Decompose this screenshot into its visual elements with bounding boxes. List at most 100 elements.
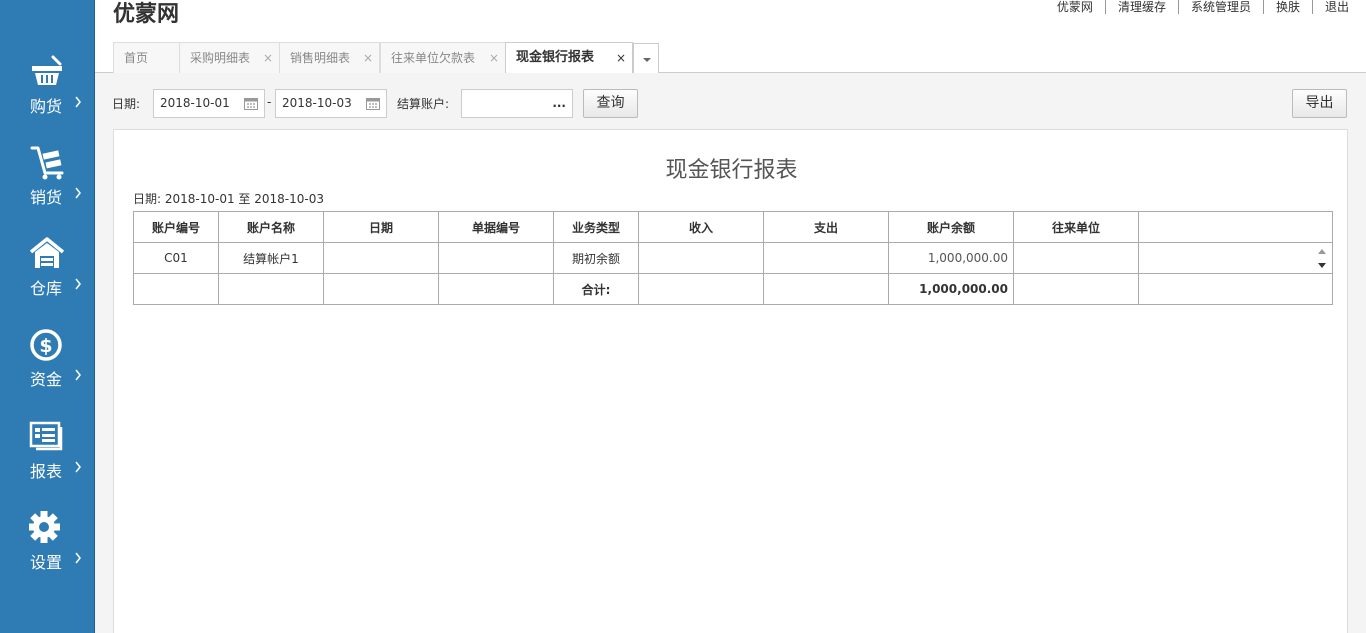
total-balance: 1,000,000.00 — [888, 273, 1014, 305]
table-cell — [323, 242, 439, 274]
tab-sales-detail[interactable]: 销售明细表 × — [279, 42, 380, 73]
column-header[interactable]: 支出 — [763, 211, 889, 243]
dollar-icon: $ — [30, 329, 62, 361]
table-cell: 期初余额 — [553, 242, 639, 274]
report-panel: 现金银行报表 日期: 2018-10-01 至 2018-10-03 账户编号 … — [113, 129, 1348, 633]
app-logo[interactable]: 优蒙网 — [113, 0, 179, 30]
table-total-row: 合计: 1,000,000.00 — [133, 273, 1333, 305]
calendar-icon[interactable] — [366, 97, 380, 110]
table-cell: 结算帐户1 — [218, 242, 324, 274]
end-date-input[interactable]: 2018-10-03 — [275, 89, 387, 118]
main-content: 日期: 2018-10-01 - 2018-10-03 结算账户: ... 查询… — [95, 73, 1366, 633]
topnav-skin-link[interactable]: 换肤 — [1264, 0, 1313, 14]
table-cell — [218, 273, 324, 305]
column-header — [1138, 211, 1333, 243]
table-cell: C01 — [133, 242, 219, 274]
chevron-right-icon — [75, 552, 81, 564]
table-cell — [1013, 242, 1139, 274]
sidebar-item-label: 销货 — [30, 188, 63, 207]
tab-label: 采购明细表 — [190, 51, 251, 65]
start-date-input[interactable]: 2018-10-01 — [153, 89, 265, 118]
tab-home[interactable]: 首页 — [113, 42, 180, 73]
sidebar-item-sales[interactable]: 销货 — [0, 146, 95, 226]
table-cell: 1,000,000.00 — [888, 242, 1014, 274]
table-cell — [438, 273, 554, 305]
chevron-right-icon — [75, 461, 81, 473]
date-label: 日期: — [112, 97, 141, 111]
close-icon[interactable]: × — [263, 43, 273, 73]
account-picker-button[interactable]: ... — [552, 96, 566, 110]
sidebar-item-label: 购货 — [30, 97, 63, 116]
column-header[interactable]: 日期 — [323, 211, 439, 243]
close-icon[interactable]: × — [363, 43, 373, 73]
sidebar-item-label: 设置 — [30, 553, 63, 572]
sidebar: 购货 销货 仓库 $ 资金 报表 设置 — [0, 0, 95, 633]
tab-label: 销售明细表 — [290, 51, 351, 65]
table-header-row: 账户编号 账户名称 日期 单据编号 业务类型 收入 支出 账户余额 往来单位 — [133, 211, 1333, 243]
sidebar-item-label: 报表 — [30, 462, 63, 481]
column-header[interactable]: 账户编号 — [133, 211, 219, 243]
account-label: 结算账户: — [397, 97, 450, 111]
vertical-scrollbar[interactable] — [1138, 242, 1333, 274]
column-header[interactable]: 单据编号 — [438, 211, 554, 243]
sidebar-item-warehouse[interactable]: 仓库 — [0, 237, 95, 317]
tab-label: 现金银行报表 — [516, 50, 595, 65]
chevron-right-icon — [75, 278, 81, 290]
report-table: 账户编号 账户名称 日期 单据编号 业务类型 收入 支出 账户余额 往来单位 C… — [133, 211, 1333, 305]
column-header[interactable]: 往来单位 — [1013, 211, 1139, 243]
sidebar-item-reports[interactable]: 报表 — [0, 420, 95, 500]
basket-icon — [32, 55, 62, 85]
tab-bar: 首页 采购明细表 × 销售明细表 × 往来单位欠款表 × 现金银行报表 × — [95, 42, 1366, 74]
cart-icon — [30, 146, 64, 180]
table-cell — [323, 273, 439, 305]
table-cell — [133, 273, 219, 305]
table-cell — [1013, 273, 1139, 305]
tab-dropdown-button[interactable] — [633, 43, 659, 73]
scroll-down-icon[interactable] — [1318, 263, 1326, 268]
query-button[interactable]: 查询 — [583, 89, 638, 118]
table-cell — [763, 273, 889, 305]
column-header[interactable]: 账户名称 — [218, 211, 324, 243]
total-label: 合计: — [553, 273, 639, 305]
date-separator: - — [267, 95, 272, 109]
chevron-right-icon — [75, 369, 81, 381]
table-cell — [438, 242, 554, 274]
sidebar-item-funds[interactable]: $ 资金 — [0, 328, 95, 408]
topnav-clear-cache-link[interactable]: 清理缓存 — [1106, 0, 1179, 14]
tab-label: 往来单位欠款表 — [391, 51, 476, 65]
sidebar-item-purchase[interactable]: 购货 — [0, 55, 95, 135]
tab-label: 首页 — [124, 51, 149, 65]
topnav-user-link[interactable]: 系统管理员 — [1179, 0, 1264, 14]
report-icon — [29, 421, 63, 451]
table-cell — [638, 242, 764, 274]
close-icon[interactable]: × — [616, 43, 626, 73]
tab-purchase-detail[interactable]: 采购明细表 × — [179, 42, 280, 73]
topnav-logout-link[interactable]: 退出 — [1313, 0, 1349, 14]
warehouse-icon — [29, 237, 65, 268]
svg-text:$: $ — [39, 335, 52, 357]
top-nav: 优蒙网 清理缓存 系统管理员 换肤 退出 — [1045, 0, 1349, 14]
report-date-range: 日期: 2018-10-01 至 2018-10-03 — [133, 192, 324, 206]
topnav-home-link[interactable]: 优蒙网 — [1045, 0, 1106, 14]
scroll-up-icon[interactable] — [1318, 249, 1326, 254]
column-header[interactable]: 账户余额 — [888, 211, 1014, 243]
tab-customer-debt[interactable]: 往来单位欠款表 × — [380, 42, 506, 73]
gear-icon — [29, 511, 60, 543]
chevron-right-icon — [75, 96, 81, 108]
export-button[interactable]: 导出 — [1292, 89, 1347, 118]
tab-cash-bank-report[interactable]: 现金银行报表 × — [505, 42, 633, 74]
table-cell — [1138, 273, 1333, 305]
close-icon[interactable]: × — [489, 43, 499, 73]
table-cell — [763, 242, 889, 274]
column-header[interactable]: 收入 — [638, 211, 764, 243]
column-header[interactable]: 业务类型 — [553, 211, 639, 243]
sidebar-item-label: 资金 — [30, 370, 63, 389]
start-date-value: 2018-10-01 — [160, 96, 230, 110]
report-title: 现金银行报表 — [665, 158, 798, 183]
table-row[interactable]: C01 结算帐户1 期初余额 1,000,000.00 — [133, 242, 1333, 274]
sidebar-item-settings[interactable]: 设置 — [0, 511, 95, 591]
table-cell — [638, 273, 764, 305]
end-date-value: 2018-10-03 — [282, 96, 352, 110]
account-select[interactable]: ... — [461, 89, 573, 118]
calendar-icon[interactable] — [244, 97, 258, 110]
